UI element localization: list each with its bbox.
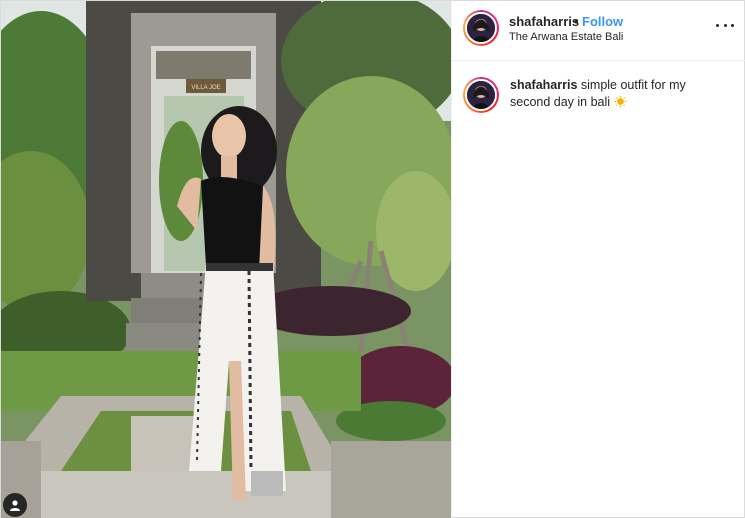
location-link[interactable]: The Arwana Estate Bali [509, 31, 623, 43]
garden-photo-illustration: VILLA JOE [1, 1, 451, 518]
post-side-panel: shafaharris • Follow The Arwana Estate B… [451, 1, 745, 518]
separator-dot: • [574, 14, 579, 29]
gate-sign: VILLA JOE [191, 85, 220, 91]
caption-text: shafaharris simple outfit for my second … [510, 77, 700, 111]
more-options-icon[interactable] [716, 19, 734, 31]
username-link[interactable]: shafaharris [509, 14, 579, 29]
post-header: shafaharris • Follow The Arwana Estate B… [452, 1, 745, 61]
avatar[interactable] [463, 10, 499, 46]
sun-emoji-icon [613, 95, 627, 108]
tagged-user-icon[interactable] [3, 493, 27, 517]
follow-button[interactable]: Follow [582, 14, 623, 29]
post-photo[interactable]: VILLA JOE [1, 1, 451, 518]
caption-avatar[interactable] [463, 77, 499, 113]
caption: shafaharris simple outfit for my second … [452, 61, 745, 113]
caption-username[interactable]: shafaharris [510, 78, 577, 92]
instagram-post: VILLA JOE shafaharris • Follow The Arwan… [0, 0, 745, 518]
